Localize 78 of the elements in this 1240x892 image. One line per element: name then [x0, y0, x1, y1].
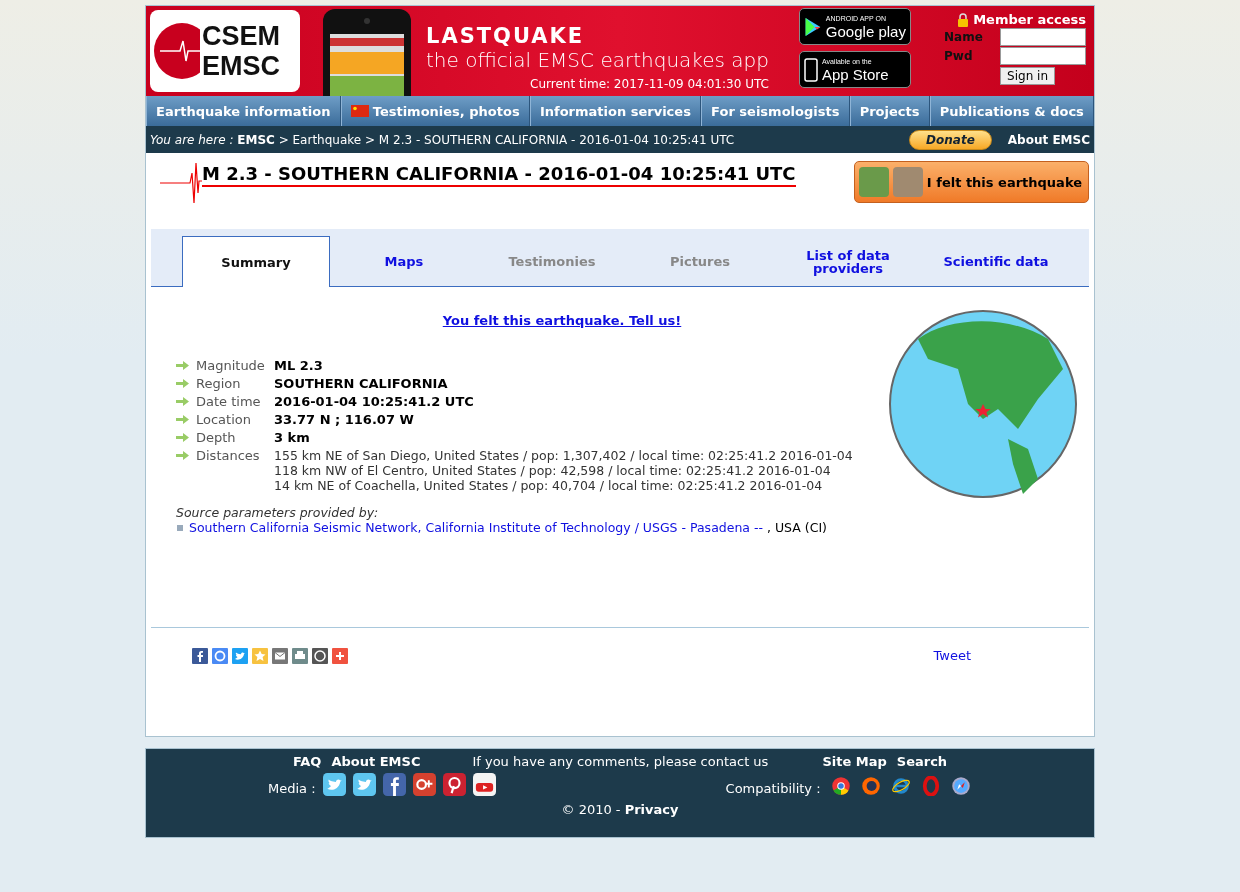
- google-plus-icon[interactable]: [412, 773, 436, 796]
- tweet-link[interactable]: Tweet: [933, 648, 971, 663]
- footer-link[interactable]: About EMSC: [331, 754, 421, 769]
- tell-us-link[interactable]: You felt this earthquake. Tell us!: [442, 313, 682, 328]
- tab[interactable]: Scientific data: [922, 236, 1070, 286]
- firefox-icon: [860, 776, 881, 796]
- detail-value: 33.77 N ; 116.07 W: [274, 412, 415, 427]
- tab[interactable]: Maps: [330, 236, 478, 286]
- store-name: Google play: [825, 23, 906, 39]
- logo-text: EMSC: [202, 51, 280, 81]
- youtube-icon[interactable]: [472, 773, 496, 796]
- about-link[interactable]: About EMSC: [1007, 132, 1090, 147]
- source-caption: Source parameters provided by:: [176, 505, 380, 520]
- source-text: Southern California Seismic Network, California Institute of Technology / USGS - Pasadena -- , USA (CI): [189, 520, 827, 535]
- sign-in-button[interactable]: Sign in: [1000, 67, 1055, 85]
- footer-link[interactable]: Search: [896, 754, 948, 769]
- input-field[interactable]: [1000, 28, 1086, 46]
- media-label: Media :: [268, 781, 316, 796]
- store-name: App Store: [821, 66, 889, 82]
- twitter-icon[interactable]: [322, 773, 346, 796]
- arrow-icon: [176, 451, 189, 460]
- photo-placeholder: [858, 167, 889, 197]
- felt-earthquake-button[interactable]: I felt this earthquake: [853, 161, 1089, 203]
- detail-label: Distances: [196, 448, 261, 465]
- internet-explorer-icon: [890, 776, 911, 796]
- source-link[interactable]: Southern California Seismic Network, California Institute of Technology / USGS - Pasadena --: [189, 520, 763, 535]
- detail-label: Region: [196, 376, 242, 391]
- arrow-icon: [176, 433, 189, 442]
- detail-value: 14 km NE of Coachella, United States / pop: 40,704 / local time: 02:25:41.2 2016-01-04: [274, 478, 824, 493]
- email-icon[interactable]: [272, 648, 288, 664]
- input-field[interactable]: [1000, 47, 1086, 65]
- detail-label: Location: [196, 412, 252, 427]
- field-label: Name: [944, 30, 984, 44]
- detail-value: 118 km NW of El Centro, United States / pop: 42,598 / local time: 02:25:41.2 2016-01-04: [274, 463, 832, 478]
- detail-value: ML 2.3: [274, 358, 324, 373]
- safari-icon: [950, 776, 971, 796]
- compatibility-label: Compatibility :: [725, 781, 821, 796]
- member-access-title: Member access: [973, 12, 1086, 27]
- logo[interactable]: CSEM EMSC: [150, 10, 300, 92]
- detail-value: 2016-01-04 10:25:41.2 UTC: [274, 394, 475, 409]
- detail-value: SOUTHERN CALIFORNIA: [274, 376, 449, 391]
- plus-icon[interactable]: [332, 648, 348, 664]
- facebook-icon[interactable]: [192, 648, 208, 664]
- flag-icon: [350, 105, 369, 117]
- phone-icon: [803, 57, 818, 82]
- footer-link[interactable]: Site Map: [822, 754, 887, 769]
- arrow-icon: [176, 415, 189, 424]
- star-icon[interactable]: [252, 648, 268, 664]
- chrome-icon: [830, 776, 851, 796]
- twitter-icon[interactable]: [352, 773, 376, 796]
- arrow-icon: [176, 379, 189, 388]
- photo-placeholder: [892, 167, 923, 197]
- current-time: Current time: 2017-11-09 04:01:30 UTC: [530, 77, 769, 91]
- copyright: © 2010 - Privacy: [561, 802, 679, 817]
- opera-icon: [920, 776, 941, 796]
- bullet-icon: [176, 523, 184, 532]
- logo-text: CSEM: [202, 21, 280, 51]
- arrow-icon: [176, 397, 189, 406]
- pinterest-icon[interactable]: [442, 773, 466, 796]
- app-subtitle: the official EMSC earthquakes app: [426, 48, 769, 72]
- arrow-icon: [176, 361, 189, 370]
- page-title: M 2.3 - SOUTHERN CALIFORNIA - 2016-01-04 10:25:41 UTC: [202, 163, 796, 187]
- padlock-icon: [957, 12, 970, 27]
- detail-value: 3 km: [274, 430, 311, 445]
- detail-label: Magnitude: [196, 358, 266, 373]
- breadcrumb: You are here : EMSC > Earthquake > M 2.3 - SOUTHERN CALIFORNIA - 2016-01-04 10:25:41 UTC: [150, 132, 736, 147]
- donate-button[interactable]: Donate: [909, 129, 992, 150]
- tab[interactable]: List of data providers: [774, 236, 922, 286]
- field-label: Pwd: [944, 49, 974, 63]
- tab[interactable]: Summary: [182, 236, 330, 287]
- footer-link[interactable]: FAQ: [292, 754, 322, 769]
- detail-label: Date time: [196, 394, 262, 409]
- detail-value: 155 km NE of San Diego, United States / pop: 1,307,402 / local time: 02:25:41.2 2016-01-04: [274, 448, 854, 463]
- printer-icon[interactable]: [292, 648, 308, 664]
- facebook-icon[interactable]: [382, 773, 406, 796]
- app-title: LASTQUAKE: [426, 24, 585, 48]
- detail-label: Depth: [196, 430, 237, 445]
- contact-text: If you have any comments, please contact us: [472, 754, 769, 769]
